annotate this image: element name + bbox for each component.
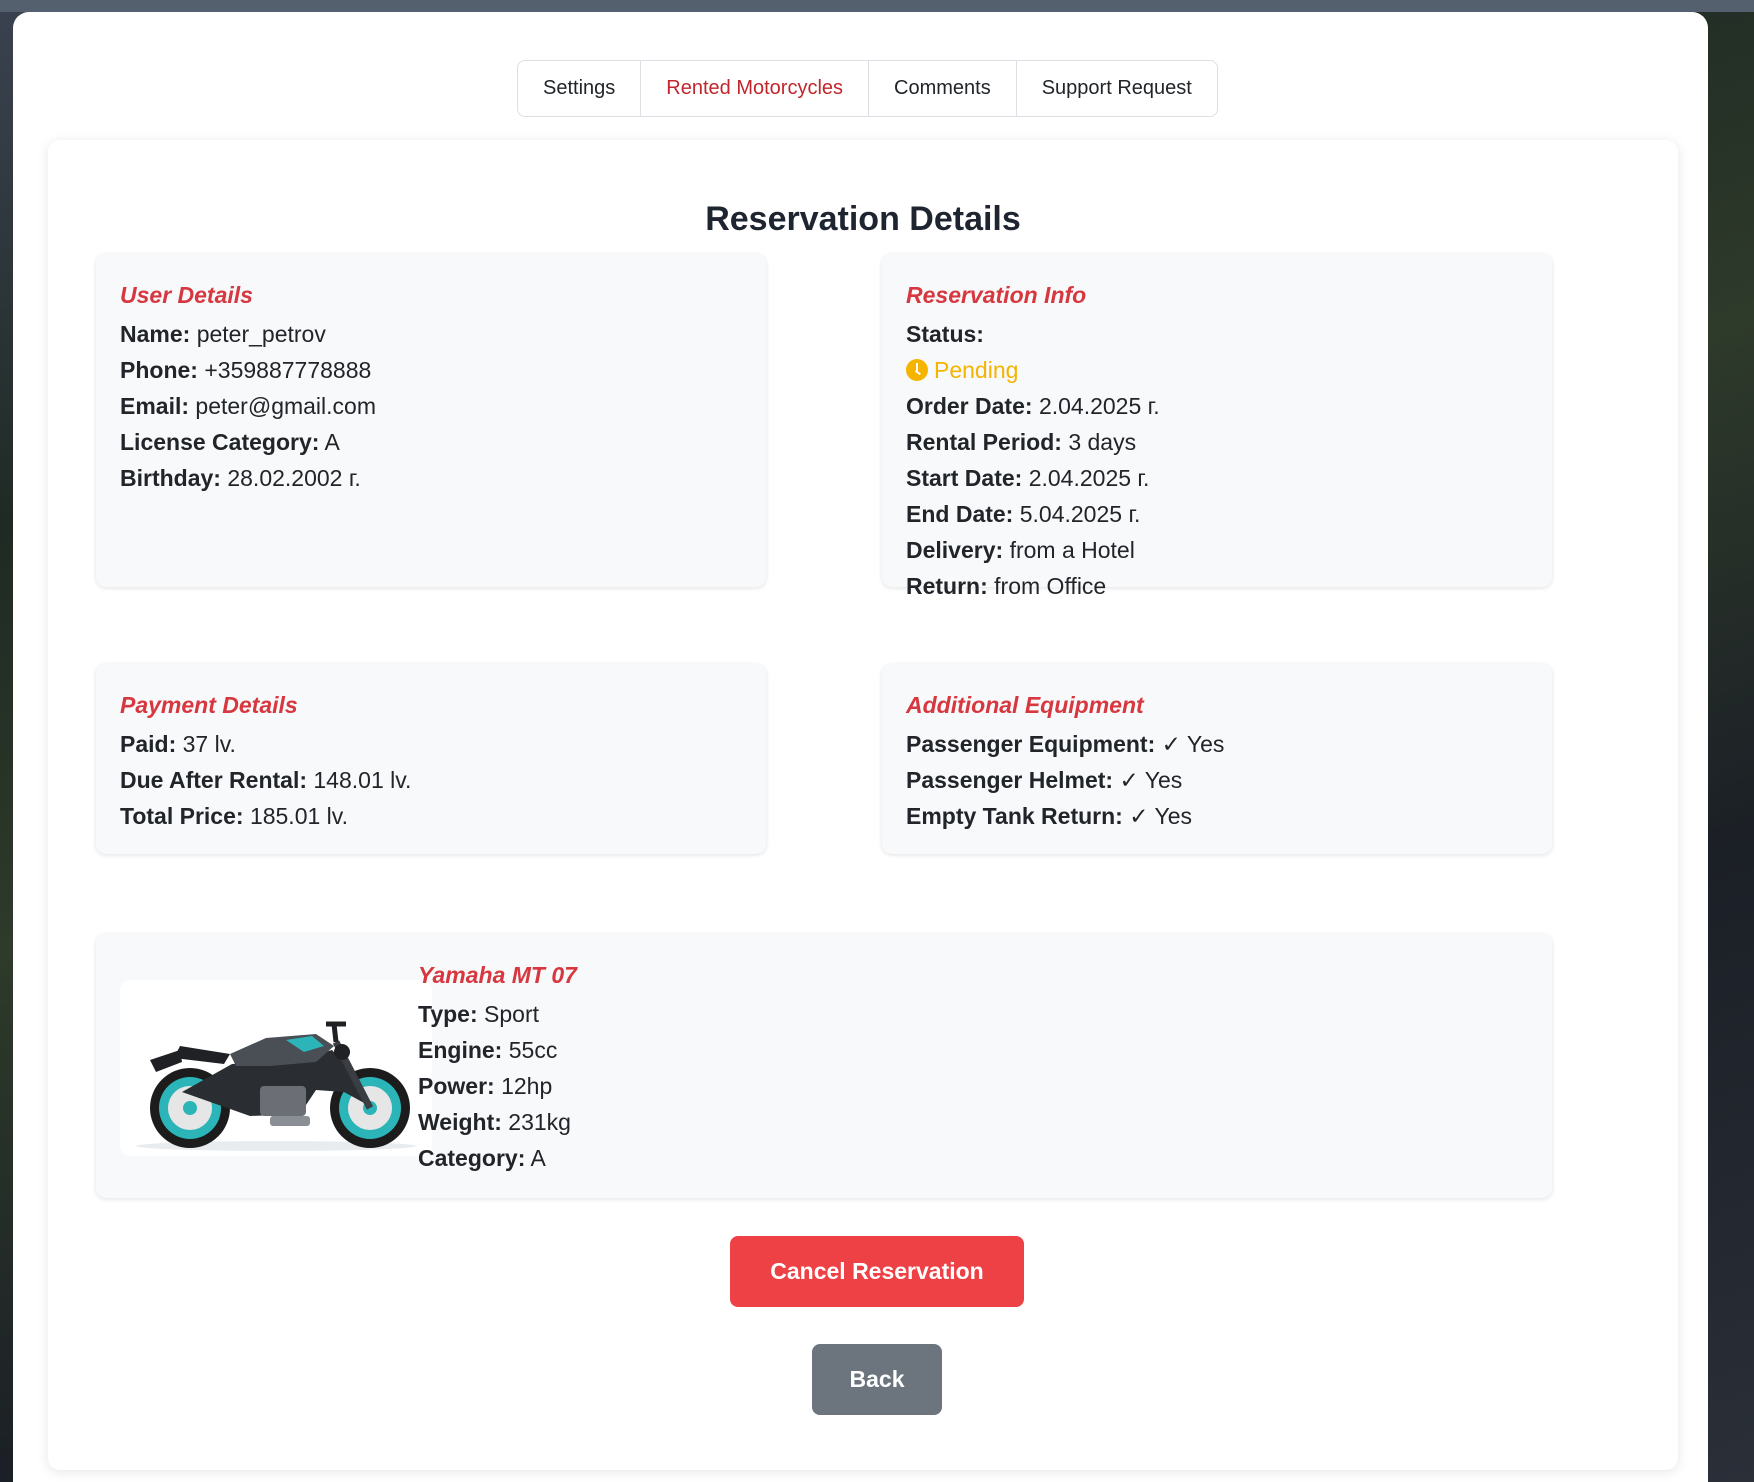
motorcycle-name: Yamaha MT 07 (418, 962, 577, 988)
delivery-row: Delivery: from a Hotel (906, 537, 1135, 563)
motorcycle-image (120, 980, 432, 1156)
user-email-row: Email: peter@gmail.com (120, 393, 376, 419)
cancel-reservation-button[interactable]: Cancel Reservation (730, 1236, 1024, 1307)
user-details-heading: User Details (120, 282, 253, 308)
additional-equipment-heading: Additional Equipment (906, 692, 1144, 718)
end-date-row: End Date: 5.04.2025 г. (906, 501, 1141, 527)
rental-period-row: Rental Period: 3 days (906, 429, 1137, 455)
payment-details-box: Payment Details Paid: 37 lv. Due After R… (96, 664, 766, 854)
reservation-card: Reservation Details User Details Name: p… (48, 140, 1678, 1470)
user-name-row: Name: peter_petrov (120, 321, 326, 347)
back-button[interactable]: Back (812, 1344, 942, 1415)
payment-details-heading: Payment Details (120, 692, 298, 718)
profile-tabs: Settings Rented Motorcycles Comments Sup… (517, 60, 1218, 117)
status-row: Status: (906, 321, 984, 347)
passenger-equipment-row: Passenger Equipment: ✓ Yes (906, 731, 1225, 757)
tab-comments[interactable]: Comments (869, 61, 1017, 116)
tab-support-request[interactable]: Support Request (1017, 61, 1217, 116)
empty-tank-return-row: Empty Tank Return: ✓ Yes (906, 803, 1192, 829)
motorcycle-box: Yamaha MT 07 Type: Sport Engine: 55cc Po… (96, 934, 1552, 1198)
motorcycle-engine-row: Engine: 55cc (418, 1037, 558, 1063)
start-date-row: Start Date: 2.04.2025 г. (906, 465, 1150, 491)
motorcycle-power-row: Power: 12hp (418, 1073, 553, 1099)
reservation-info-box: Reservation Info Status: Pending Order D… (882, 254, 1552, 599)
tab-rented-motorcycles[interactable]: Rented Motorcycles (641, 61, 870, 116)
due-after-rental-row: Due After Rental: 148.01 lv. (120, 767, 412, 793)
motorcycle-specs: Yamaha MT 07 Type: Sport Engine: 55cc Po… (418, 960, 577, 1176)
motorcycle-type-row: Type: Sport (418, 1001, 540, 1027)
passenger-helmet-row: Passenger Helmet: ✓ Yes (906, 767, 1183, 793)
paid-row: Paid: 37 lv. (120, 731, 236, 757)
background-strip (0, 0, 1754, 12)
total-price-row: Total Price: 185.01 lv. (120, 803, 348, 829)
motorcycle-category-row: Category: A (418, 1145, 546, 1171)
additional-equipment-box: Additional Equipment Passenger Equipment… (882, 664, 1552, 854)
page-title: Reservation Details (705, 200, 1021, 238)
clock-icon (906, 359, 928, 381)
user-details-box: User Details Name: peter_petrov Phone: +… (96, 254, 766, 587)
reservation-info-heading: Reservation Info (906, 282, 1087, 308)
status-badge: Pending (906, 352, 1528, 388)
user-license-row: License Category: A (120, 429, 340, 455)
motorcycle-icon (136, 1021, 416, 1151)
user-phone-row: Phone: +359887778888 (120, 357, 372, 383)
return-row: Return: from Office (906, 573, 1107, 599)
motorcycle-weight-row: Weight: 231kg (418, 1109, 571, 1135)
order-date-row: Order Date: 2.04.2025 г. (906, 393, 1160, 419)
user-birthday-row: Birthday: 28.02.2002 г. (120, 465, 361, 491)
tab-settings[interactable]: Settings (518, 61, 642, 116)
